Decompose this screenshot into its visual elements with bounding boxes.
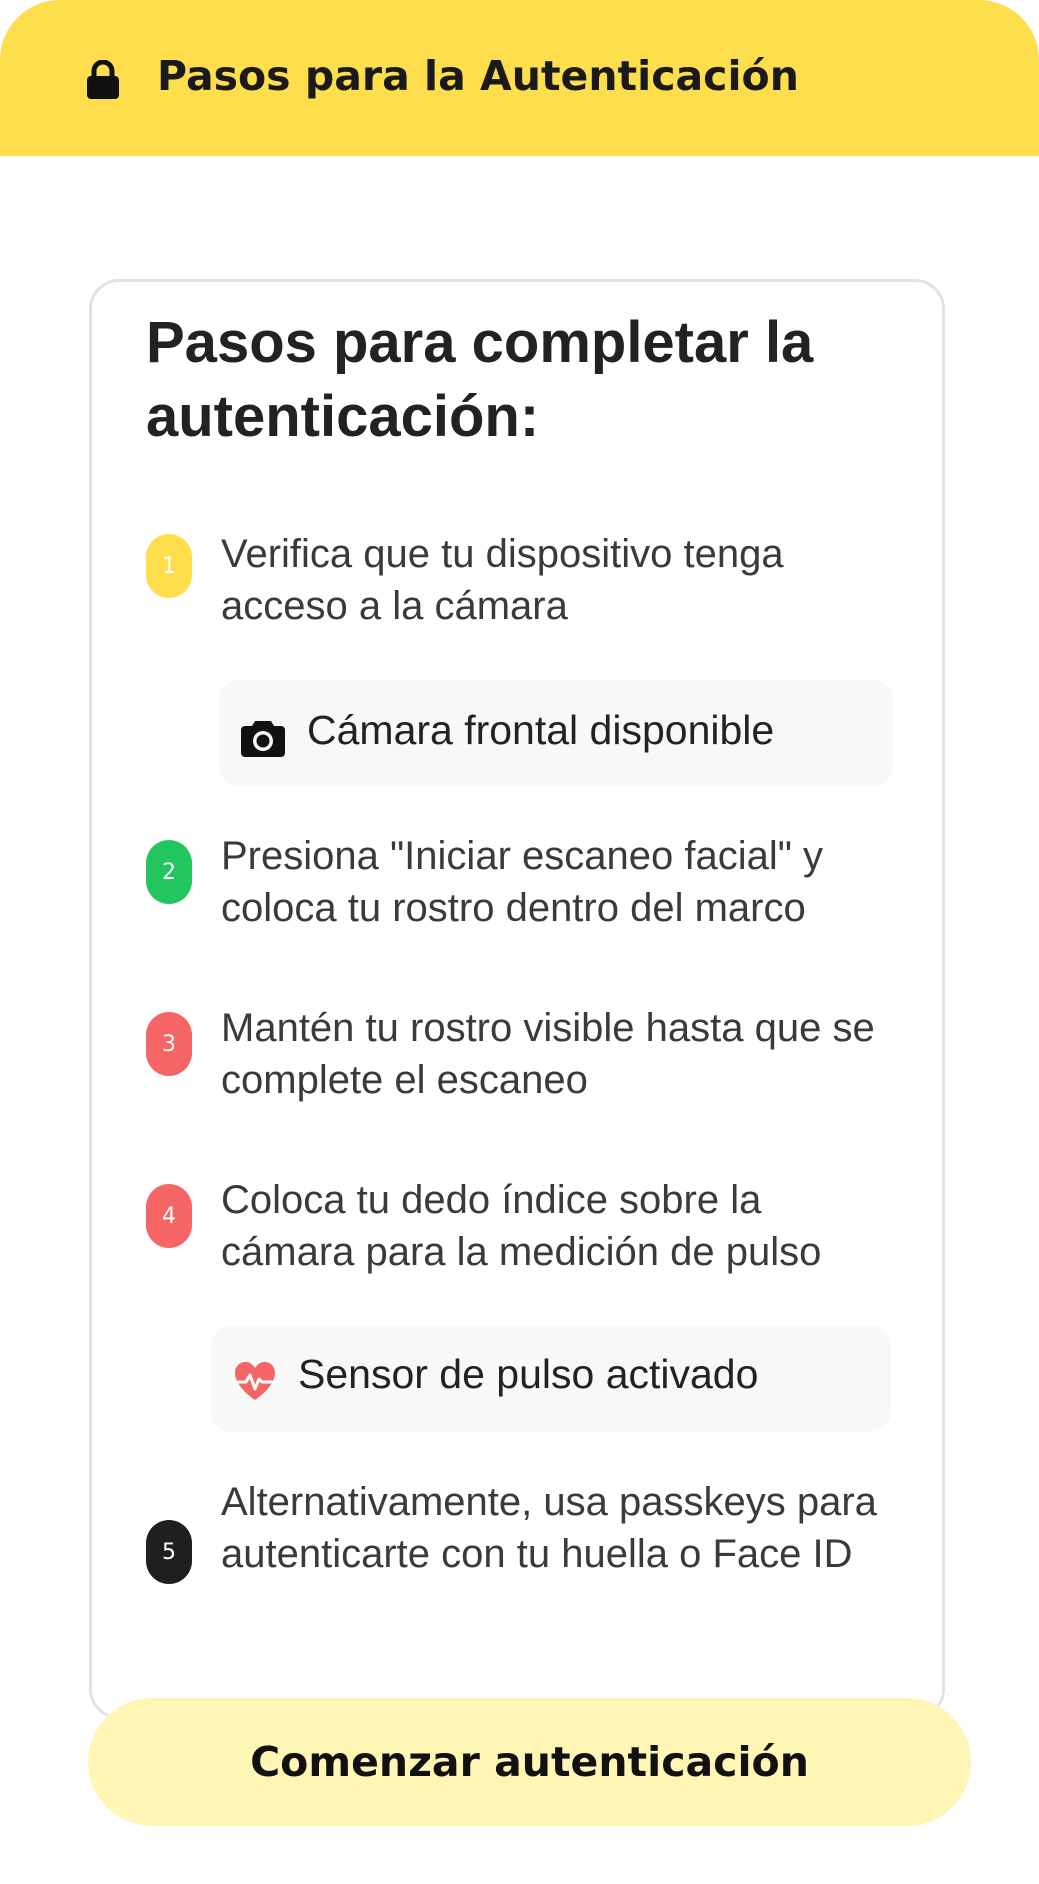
card-title: Pasos para completar la autenticación: [146,310,814,449]
start-authentication-button[interactable]: Comenzar autenticación [88,1698,971,1826]
camera-icon [241,721,285,757]
step-2-text: Presiona "Iniciar escaneo facial" y colo… [221,834,824,930]
auth-steps-screen: Pasos para la Autenticación Pasos para c… [0,0,1039,1884]
step-5-badge: 5 [146,1520,192,1584]
step-4-badge: 4 [146,1184,192,1248]
pulse-status-label: Sensor de pulso activado [298,1351,759,1397]
pulse-status-box: Sensor de pulso activado [211,1326,891,1432]
step-1-text: Verifica que tu dispositivo tenga acceso… [221,532,784,628]
step-5-text: Alternativamente, usa passkeys para aute… [221,1480,877,1576]
step-1-badge: 1 [146,534,192,598]
step-3-text: Mantén tu rostro visible hasta que se co… [221,1006,875,1102]
header-title: Pasos para la Autenticación [157,52,799,100]
step-4-text: Coloca tu dedo índice sobre la cámara pa… [221,1178,822,1274]
step-3-badge: 3 [146,1012,192,1076]
header-bar: Pasos para la Autenticación [0,0,1039,156]
step-2-badge: 2 [146,840,192,904]
heart-pulse-icon [232,1362,278,1400]
camera-status-label: Cámara frontal disponible [307,707,775,753]
lock-icon [87,60,119,99]
camera-status-box: Cámara frontal disponible [219,680,893,786]
